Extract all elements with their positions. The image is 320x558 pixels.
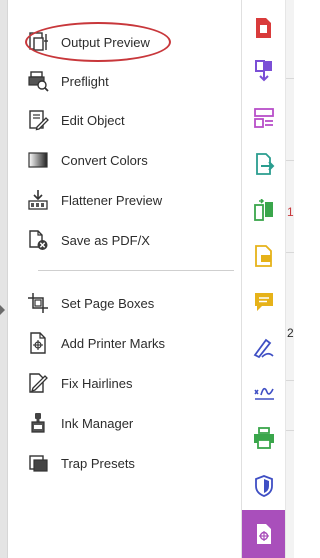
- fill-and-sign-icon[interactable]: [252, 335, 276, 359]
- tool-fix-hairlines[interactable]: Fix Hairlines: [26, 368, 231, 398]
- tool-trap-presets[interactable]: Trap Presets: [26, 448, 231, 478]
- document-area-edge: 1 2: [285, 0, 294, 558]
- ink-manager-icon: [26, 411, 50, 435]
- compare-files-icon[interactable]: [252, 198, 276, 223]
- tool-label: Add Printer Marks: [61, 335, 166, 351]
- add-printer-marks-icon: [26, 331, 50, 355]
- tool-label: Trap Presets: [61, 455, 135, 471]
- rail-active-tool[interactable]: [242, 510, 286, 558]
- tool-label: Output Preview: [61, 34, 150, 50]
- tool-edit-object[interactable]: Edit Object: [26, 105, 231, 135]
- protect-icon[interactable]: [252, 474, 276, 498]
- edge-divider: [286, 252, 294, 253]
- edge-divider: [286, 430, 294, 431]
- tool-add-printer-marks[interactable]: Add Printer Marks: [26, 328, 231, 358]
- save-as-pdfx-icon: [26, 228, 50, 252]
- print-production-panel: Output Preview Preflight Edit Object Con…: [8, 0, 241, 558]
- comment-icon[interactable]: [252, 244, 276, 268]
- tool-label: Convert Colors: [61, 152, 148, 168]
- trap-presets-icon: [26, 451, 50, 475]
- export-pdf-icon[interactable]: [252, 152, 276, 176]
- edge-divider: [286, 380, 294, 381]
- tool-preflight[interactable]: Preflight: [26, 66, 231, 96]
- tool-label: Preflight: [61, 73, 109, 89]
- tool-set-page-boxes[interactable]: Set Page Boxes: [26, 288, 231, 318]
- edge-divider: [286, 78, 294, 79]
- tools-rail: [241, 0, 286, 558]
- print-production-active-icon[interactable]: [252, 522, 276, 546]
- tool-label: Edit Object: [61, 112, 125, 128]
- tool-ink-manager[interactable]: Ink Manager: [26, 408, 231, 438]
- organize-pages-icon[interactable]: [252, 106, 276, 130]
- edit-object-icon: [26, 108, 50, 132]
- create-pdf-icon[interactable]: [252, 16, 276, 40]
- tool-label: Flattener Preview: [61, 192, 163, 208]
- flattener-preview-icon: [26, 188, 50, 212]
- left-panel-strip[interactable]: [0, 0, 8, 558]
- edge-text-fragment: 2: [287, 326, 294, 340]
- tool-label: Set Page Boxes: [61, 295, 155, 311]
- tool-output-preview[interactable]: Output Preview: [26, 27, 231, 57]
- edge-divider: [286, 160, 294, 161]
- fix-hairlines-icon: [26, 371, 50, 395]
- sticky-note-icon[interactable]: [252, 290, 276, 314]
- tool-label: Save as PDF/X: [61, 232, 150, 248]
- print-production-icon[interactable]: [252, 426, 276, 450]
- preflight-icon: [26, 69, 50, 93]
- certificates-icon[interactable]: [252, 380, 276, 404]
- group-divider: [38, 270, 234, 271]
- combine-files-icon[interactable]: [252, 58, 276, 82]
- tool-save-as-pdfx[interactable]: Save as PDF/X: [26, 225, 231, 255]
- tool-flattener-preview[interactable]: Flattener Preview: [26, 185, 231, 215]
- convert-colors-icon: [26, 148, 50, 172]
- tool-label: Ink Manager: [61, 415, 134, 431]
- collapse-arrow-icon[interactable]: [0, 305, 5, 315]
- edge-text-fragment: 1: [287, 205, 294, 219]
- output-preview-icon: [26, 30, 50, 54]
- tool-convert-colors[interactable]: Convert Colors: [26, 145, 231, 175]
- set-page-boxes-icon: [26, 291, 50, 315]
- tool-label: Fix Hairlines: [61, 375, 133, 391]
